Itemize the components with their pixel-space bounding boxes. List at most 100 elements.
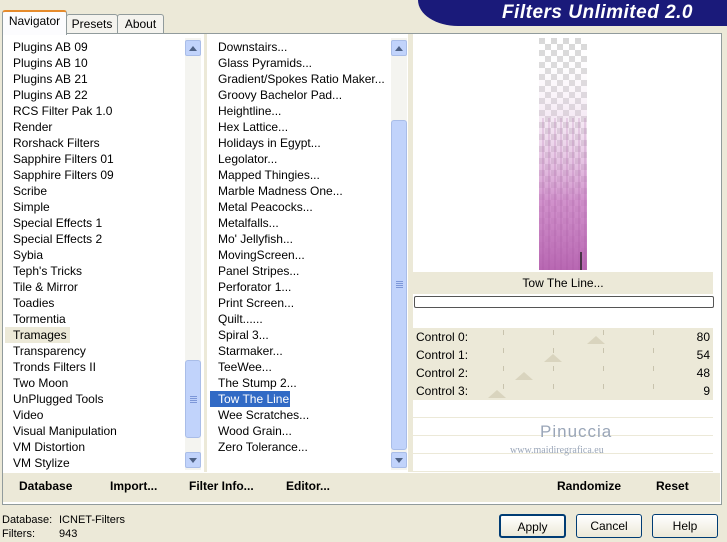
category-scrollbar[interactable] bbox=[185, 38, 201, 470]
arrow-up-icon bbox=[189, 45, 197, 51]
tab-navigator[interactable]: Navigator bbox=[2, 10, 67, 35]
list-item[interactable]: Marble Madness One... bbox=[208, 183, 390, 199]
control-label: Control 1: bbox=[416, 348, 469, 362]
slider-thumb[interactable] bbox=[515, 372, 534, 380]
filter-scrollbar[interactable] bbox=[391, 38, 407, 470]
list-item[interactable]: MovingScreen... bbox=[208, 247, 390, 263]
list-item[interactable]: Panel Stripes... bbox=[208, 263, 390, 279]
status-database-label: Database: bbox=[2, 514, 53, 526]
list-item[interactable]: UnPlugged Tools bbox=[3, 391, 184, 407]
database-button[interactable]: Database bbox=[19, 479, 72, 493]
list-item[interactable]: Gradient/Spokes Ratio Maker... bbox=[208, 71, 390, 87]
list-item[interactable]: Zero Tolerance... bbox=[208, 439, 390, 455]
scroll-up-button[interactable] bbox=[391, 40, 407, 56]
list-item[interactable]: TeeWee... bbox=[208, 359, 390, 375]
control-value: 54 bbox=[696, 348, 710, 362]
scroll-thumb[interactable] bbox=[185, 360, 201, 438]
control-value: 48 bbox=[696, 366, 710, 380]
list-item[interactable]: Video bbox=[3, 407, 184, 423]
list-item[interactable]: Plugins AB 10 bbox=[3, 55, 184, 71]
list-item[interactable]: Simple bbox=[3, 199, 184, 215]
list-item[interactable]: Legolator... bbox=[208, 151, 390, 167]
list-item[interactable]: Starmaker... bbox=[208, 343, 390, 359]
tab-about[interactable]: About bbox=[117, 14, 164, 33]
list-item[interactable]: Heightline... bbox=[208, 103, 390, 119]
list-item[interactable]: RCS Filter Pak 1.0 bbox=[3, 103, 184, 119]
control-slider[interactable] bbox=[488, 382, 668, 400]
list-item[interactable]: Spiral 3... bbox=[208, 327, 390, 343]
control-slider[interactable] bbox=[488, 364, 668, 382]
title-banner: Filters Unlimited 2.0 bbox=[418, 0, 727, 26]
editor-button[interactable]: Editor... bbox=[286, 479, 330, 493]
list-item[interactable]: Tramages bbox=[5, 327, 70, 343]
list-item[interactable]: Metal Peacocks... bbox=[208, 199, 390, 215]
list-item[interactable]: Tormentia bbox=[3, 311, 184, 327]
scroll-down-button[interactable] bbox=[391, 452, 407, 468]
list-item[interactable]: Wee Scratches... bbox=[208, 407, 390, 423]
help-button[interactable]: Help bbox=[652, 514, 718, 538]
list-item[interactable]: Wood Grain... bbox=[208, 423, 390, 439]
list-item[interactable]: VM Stylize bbox=[3, 455, 184, 470]
list-item[interactable]: Plugins AB 09 bbox=[3, 39, 184, 55]
list-item[interactable]: Render bbox=[3, 119, 184, 135]
list-item[interactable]: Glass Pyramids... bbox=[208, 55, 390, 71]
randomize-button[interactable]: Randomize bbox=[557, 479, 621, 493]
control-row-3: Control 3: 9 bbox=[413, 382, 713, 401]
cancel-button[interactable]: Cancel bbox=[576, 514, 642, 538]
list-item[interactable]: Holidays in Egypt... bbox=[208, 135, 390, 151]
filter-info-button[interactable]: Filter Info... bbox=[189, 479, 254, 493]
list-item[interactable]: Two Moon bbox=[3, 375, 184, 391]
control-slider[interactable] bbox=[488, 328, 668, 346]
list-item[interactable]: Visual Manipulation bbox=[3, 423, 184, 439]
scroll-thumb[interactable] bbox=[391, 120, 407, 450]
list-item[interactable]: Downstairs... bbox=[208, 39, 390, 55]
list-item[interactable]: Groovy Bachelor Pad... bbox=[208, 87, 390, 103]
list-item[interactable]: Special Effects 1 bbox=[3, 215, 184, 231]
reset-button[interactable]: Reset bbox=[656, 479, 689, 493]
list-item[interactable]: Plugins AB 22 bbox=[3, 87, 184, 103]
slider-thumb[interactable] bbox=[544, 354, 562, 362]
list-item[interactable]: Plugins AB 21 bbox=[3, 71, 184, 87]
list-item[interactable]: Metalfalls... bbox=[208, 215, 390, 231]
list-item[interactable]: Special Effects 2 bbox=[3, 231, 184, 247]
list-item[interactable]: Quilt...... bbox=[208, 311, 390, 327]
progress-bar bbox=[414, 296, 714, 308]
control-slider[interactable] bbox=[488, 346, 668, 364]
slider-thumb[interactable] bbox=[488, 390, 506, 398]
list-item[interactable]: Scribe bbox=[3, 183, 184, 199]
control-label: Control 0: bbox=[416, 330, 469, 344]
status-filters: Filters: 943 bbox=[2, 528, 77, 540]
list-item[interactable]: Transparency bbox=[3, 343, 184, 359]
list-item[interactable]: Perforator 1... bbox=[208, 279, 390, 295]
list-item[interactable]: Tile & Mirror bbox=[3, 279, 184, 295]
scroll-down-button[interactable] bbox=[185, 452, 201, 468]
control-row-2: Control 2: 48 bbox=[413, 364, 713, 383]
filter-name-label: Tow The Line... bbox=[413, 272, 713, 294]
tab-strip: Navigator Presets About bbox=[0, 10, 200, 35]
filter-list[interactable]: Downstairs... Glass Pyramids... Gradient/S… bbox=[208, 38, 390, 470]
list-item[interactable]: Tronds Filters II bbox=[3, 359, 184, 375]
list-item[interactable]: The Stump 2... bbox=[208, 375, 390, 391]
list-item[interactable]: Tow The Line... bbox=[209, 390, 299, 408]
apply-button[interactable]: Apply bbox=[499, 514, 566, 538]
list-item[interactable]: Print Screen... bbox=[208, 295, 390, 311]
status-database-value: ICNET-Filters bbox=[59, 514, 125, 526]
list-item[interactable]: Sapphire Filters 01 bbox=[3, 151, 184, 167]
tab-presets[interactable]: Presets bbox=[66, 14, 118, 33]
control-row-1: Control 1: 54 bbox=[413, 346, 713, 365]
slider-thumb[interactable] bbox=[587, 336, 606, 344]
list-item[interactable]: Sapphire Filters 09 bbox=[3, 167, 184, 183]
scroll-up-button[interactable] bbox=[185, 40, 201, 56]
list-item[interactable]: Mo' Jellyfish... bbox=[208, 231, 390, 247]
list-item[interactable]: Rorshack Filters bbox=[3, 135, 184, 151]
import-button[interactable]: Import... bbox=[110, 479, 157, 493]
list-item[interactable]: Toadies bbox=[3, 295, 184, 311]
list-item[interactable]: Hex Lattice... bbox=[208, 119, 390, 135]
list-item[interactable]: Mapped Thingies... bbox=[208, 167, 390, 183]
list-item[interactable]: Teph's Tricks bbox=[3, 263, 184, 279]
status-database: Database: ICNET-Filters bbox=[2, 514, 125, 526]
list-item[interactable]: Sybia bbox=[3, 247, 184, 263]
list-item[interactable]: VM Distortion bbox=[3, 439, 184, 455]
category-list[interactable]: Plugins AB 09 Plugins AB 10 Plugins AB 21 P… bbox=[3, 38, 184, 470]
status-filters-label: Filters: bbox=[2, 528, 35, 540]
